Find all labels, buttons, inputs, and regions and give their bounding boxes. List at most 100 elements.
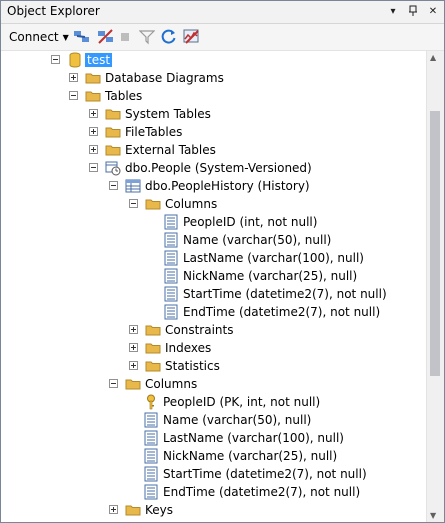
tree-label: Keys: [145, 503, 174, 517]
tree-node-filetables[interactable]: FileTables: [1, 123, 426, 141]
stop-icon[interactable]: [119, 28, 131, 46]
tree-label: NickName (varchar(25), null): [183, 269, 358, 283]
folder-icon: [145, 361, 161, 372]
connect-object-explorer-icon[interactable]: [73, 28, 91, 46]
tree-label: EndTime (datetime2(7), not null): [163, 485, 361, 499]
tree-label: StartTime (datetime2(7), not null): [183, 287, 387, 301]
tree-label: dbo.PeopleHistory (History): [145, 179, 310, 193]
filter-icon[interactable]: [139, 28, 155, 46]
column-icon: [164, 214, 178, 230]
collapse-toggle[interactable]: [89, 163, 98, 172]
tree-node-tables[interactable]: Tables: [1, 87, 426, 105]
tree-label: Constraints: [165, 323, 234, 337]
tree-node-column[interactable]: EndTime (datetime2(7), not null): [1, 483, 426, 501]
tree-label: EndTime (datetime2(7), not null): [183, 305, 381, 319]
folder-icon: [145, 343, 161, 354]
tree-node-column[interactable]: Name (varchar(50), null): [1, 231, 426, 249]
tree-label: Database Diagrams: [105, 71, 224, 85]
connect-label: Connect: [9, 30, 59, 44]
tree-label: Name (varchar(50), null): [163, 413, 312, 427]
object-tree: test Database Diagrams Tables System Tab…: [1, 51, 426, 522]
column-icon: [144, 448, 158, 464]
tree-node-column[interactable]: Name (varchar(50), null): [1, 411, 426, 429]
column-icon: [164, 232, 178, 248]
tree-node-column[interactable]: NickName (varchar(25), null): [1, 267, 426, 285]
collapse-toggle[interactable]: [129, 199, 138, 208]
title-bar: Object Explorer ▾ ✕: [1, 1, 444, 24]
folder-icon: [145, 325, 161, 336]
folder-icon: [145, 199, 161, 210]
expand-toggle[interactable]: [89, 145, 98, 154]
tree-label: Columns: [165, 197, 218, 211]
column-icon: [164, 268, 178, 284]
tree-node-people-columns[interactable]: Columns: [1, 375, 426, 393]
tree-label-root: test: [85, 53, 113, 67]
tree-node-history-columns[interactable]: Columns: [1, 195, 426, 213]
tree-node-database-diagrams[interactable]: Database Diagrams: [1, 69, 426, 87]
collapse-toggle[interactable]: [51, 55, 60, 64]
expand-toggle[interactable]: [129, 361, 138, 370]
connect-button[interactable]: Connect ▼: [9, 28, 69, 46]
collapse-toggle[interactable]: [109, 379, 118, 388]
tree-label: LastName (varchar(100), null): [183, 251, 364, 265]
tree-node-column[interactable]: StartTime (datetime2(7), not null): [1, 285, 426, 303]
tree-label: Tables: [105, 89, 143, 103]
tree-node-external-tables[interactable]: External Tables: [1, 141, 426, 159]
column-icon: [144, 430, 158, 446]
tree-node-column[interactable]: LastName (varchar(100), null): [1, 429, 426, 447]
tree-node-root[interactable]: test: [1, 51, 426, 69]
scroll-up-icon[interactable]: ▲: [430, 53, 436, 62]
column-icon: [144, 484, 158, 500]
tree-node-system-tables[interactable]: System Tables: [1, 105, 426, 123]
tree-node-column[interactable]: StartTime (datetime2(7), not null): [1, 465, 426, 483]
chevron-down-icon: ▼: [62, 32, 69, 42]
expand-toggle[interactable]: [129, 325, 138, 334]
tree-label: StartTime (datetime2(7), not null): [163, 467, 367, 481]
tree-label: Indexes: [165, 341, 212, 355]
expand-toggle[interactable]: [129, 343, 138, 352]
key-icon: [147, 394, 155, 410]
pin-icon[interactable]: [406, 3, 420, 19]
dropdown-icon[interactable]: ▾: [386, 3, 400, 19]
expand-toggle[interactable]: [109, 505, 118, 514]
activity-monitor-icon[interactable]: [183, 28, 201, 46]
panel-title: Object Explorer: [7, 4, 100, 18]
toolbar: Connect ▼: [1, 24, 444, 51]
tree-node-column[interactable]: EndTime (datetime2(7), not null): [1, 303, 426, 321]
expand-toggle[interactable]: [89, 109, 98, 118]
close-icon[interactable]: ✕: [426, 3, 440, 19]
tree-node-column[interactable]: PeopleID (PK, int, not null): [1, 393, 426, 411]
database-icon: [69, 52, 81, 68]
tree-label: NickName (varchar(25), null): [163, 449, 338, 463]
tree-node-statistics[interactable]: Statistics: [1, 357, 426, 375]
collapse-toggle[interactable]: [69, 91, 78, 100]
folder-icon: [105, 109, 121, 120]
column-icon: [144, 466, 158, 482]
tree-node-people-history[interactable]: dbo.PeopleHistory (History): [1, 177, 426, 195]
folder-icon: [125, 505, 141, 516]
vertical-scrollbar[interactable]: ▲ ▼: [426, 51, 444, 522]
expand-toggle[interactable]: [69, 73, 78, 82]
tree-label: PeopleID (int, not null): [183, 215, 318, 229]
scrollbar-thumb[interactable]: [430, 111, 440, 376]
tree-label: dbo.People (System-Versioned): [125, 161, 312, 175]
refresh-icon[interactable]: [161, 28, 177, 46]
table-icon: [125, 179, 141, 193]
tree-node-indexes[interactable]: Indexes: [1, 339, 426, 357]
tree-node-keys[interactable]: Keys: [1, 501, 426, 519]
folder-icon: [125, 379, 141, 390]
column-icon: [164, 250, 178, 266]
collapse-toggle[interactable]: [109, 181, 118, 190]
folder-icon: [105, 145, 121, 156]
tree-node-column[interactable]: PeopleID (int, not null): [1, 213, 426, 231]
folder-icon: [85, 91, 101, 102]
scroll-down-icon[interactable]: ▼: [430, 511, 436, 520]
tree-node-column[interactable]: NickName (varchar(25), null): [1, 447, 426, 465]
tree-label: FileTables: [125, 125, 183, 139]
tree-node-column[interactable]: LastName (varchar(100), null): [1, 249, 426, 267]
tree-node-people-table[interactable]: dbo.People (System-Versioned): [1, 159, 426, 177]
tree-node-constraints[interactable]: Constraints: [1, 321, 426, 339]
folder-icon: [85, 73, 101, 84]
expand-toggle[interactable]: [89, 127, 98, 136]
disconnect-icon[interactable]: [97, 28, 115, 46]
